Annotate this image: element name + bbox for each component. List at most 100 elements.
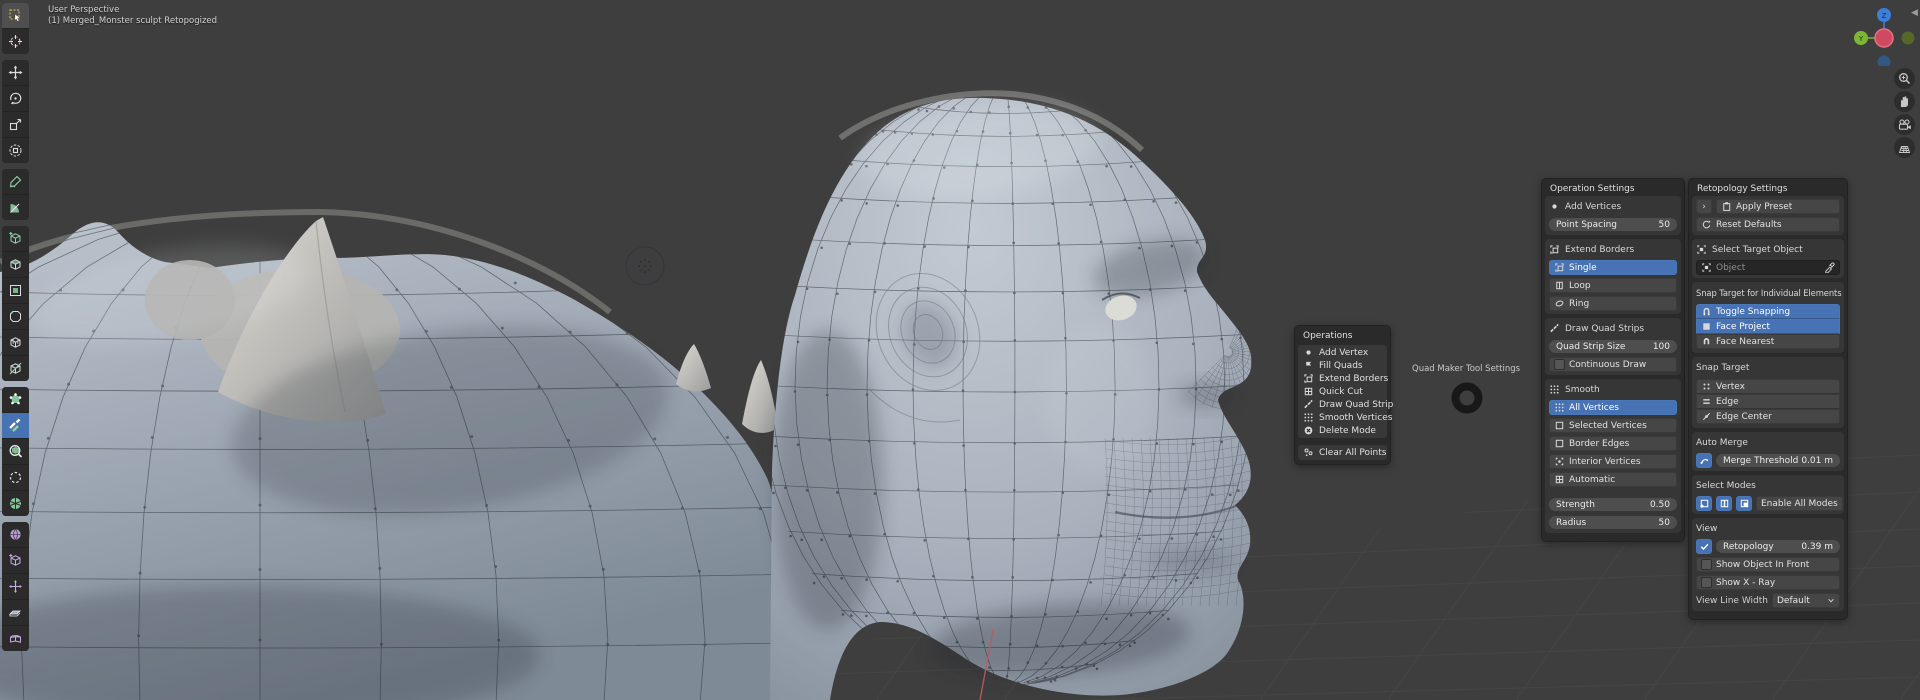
smooth-interior-vertices-button[interactable]: Interior Vertices [1549, 454, 1677, 469]
operations-item-delete-mode[interactable]: Delete Mode [1298, 424, 1387, 437]
vertex-mode-toggle[interactable] [1696, 496, 1712, 511]
loop-icon [1554, 280, 1565, 291]
auto-merge-toggle[interactable] [1696, 453, 1712, 468]
tool-extrude-region[interactable] [2, 252, 29, 278]
object-field[interactable]: Object [1696, 260, 1840, 275]
show-xray-checkbox[interactable]: Show X - Ray [1696, 575, 1840, 590]
add-vertices-section: Add Vertices Point Spacing 50 [1545, 196, 1681, 235]
tool-rip-region[interactable] [2, 548, 29, 574]
magnet-icon [1701, 306, 1712, 317]
extend-mode-ring-button[interactable]: Ring [1549, 296, 1677, 311]
button-label: Reset Defaults [1716, 220, 1782, 230]
menu-item-label: Clear All Points [1319, 448, 1386, 458]
operations-item-fill-quads[interactable]: Fill Quads [1298, 359, 1387, 372]
radius-slider[interactable]: Radius 50 [1549, 516, 1677, 529]
tool-transform[interactable] [2, 138, 29, 163]
smooth-selected-vertices-button[interactable]: Selected Vertices [1549, 418, 1677, 433]
extend-mode-single-button[interactable]: Single [1549, 260, 1677, 275]
smooth-all-vertices-button[interactable]: All Vertices [1549, 400, 1677, 415]
retopology-view-toggle[interactable] [1696, 539, 1712, 554]
tool-loop-cut[interactable] [2, 330, 29, 356]
object-icon [1701, 262, 1712, 273]
clear-all-points-item[interactable]: Clear All Points [1298, 446, 1387, 459]
face-project-button[interactable]: Face Project [1696, 319, 1840, 334]
enable-all-modes-button[interactable]: Enable All Modes [1756, 496, 1843, 511]
gizmo-y-neg-axis[interactable] [1902, 32, 1915, 45]
view-line-width-dropdown[interactable]: Default [1772, 593, 1840, 608]
slider-label: Quad Strip Size [1556, 342, 1625, 352]
face-nearest-button[interactable]: Face Nearest [1696, 334, 1840, 349]
svg-text:Z: Z [1882, 12, 1887, 20]
clear-points-icon [1303, 447, 1314, 458]
tool-move[interactable] [2, 60, 29, 86]
retopology-offset-slider[interactable]: Retopology 0.39 m [1716, 540, 1840, 553]
draw-quad-strips-icon [1549, 323, 1560, 334]
smooth-icon [1549, 384, 1560, 395]
tool-smooth-sphere[interactable] [2, 522, 29, 548]
tool-lasso-circle[interactable] [2, 465, 29, 491]
axis-gizmo[interactable]: Z Y [1846, 2, 1918, 66]
pan-button[interactable] [1894, 91, 1915, 112]
slider-value: 0.39 m [1801, 542, 1833, 552]
tool-shear[interactable] [2, 600, 29, 626]
smooth-automatic-button[interactable]: Automatic [1549, 472, 1677, 487]
reset-icon [1701, 219, 1712, 230]
tool-annotate[interactable] [2, 169, 29, 195]
show-object-in-front-checkbox[interactable]: Show Object In Front [1696, 557, 1840, 572]
gizmo-x-axis[interactable] [1875, 29, 1893, 47]
tool-bevel[interactable] [2, 304, 29, 330]
operations-title: Operations [1295, 326, 1390, 343]
operations-item-draw-quad-strip[interactable]: Draw Quad Strip [1298, 398, 1387, 411]
smooth-border-edges-button[interactable]: Border Edges [1549, 436, 1677, 451]
chevron-down-icon [1827, 597, 1835, 605]
quad-strip-size-slider[interactable]: Quad Strip Size 100 [1549, 340, 1677, 353]
operations-item-add-vertex[interactable]: Add Vertex [1298, 346, 1387, 359]
brush-cursor [1456, 387, 1479, 410]
button-label: Face Nearest [1716, 337, 1774, 347]
point-spacing-slider[interactable]: Point Spacing 50 [1549, 218, 1677, 231]
face-mode-toggle[interactable] [1736, 496, 1752, 511]
camera-view-button[interactable] [1894, 114, 1915, 135]
tool-quad-maker[interactable] [2, 413, 29, 439]
gizmo-z-neg-axis[interactable] [1878, 56, 1891, 67]
tool-rotate[interactable] [2, 86, 29, 112]
toggle-perspective-button[interactable] [1894, 137, 1915, 158]
operations-item-extend-borders[interactable]: Extend Borders [1298, 372, 1387, 385]
extend-mode-loop-button[interactable]: Loop [1549, 278, 1677, 293]
expand-preset-button[interactable]: › [1696, 199, 1712, 214]
operation-settings-panel: Operation Settings Add Vertices Point Sp… [1541, 178, 1685, 542]
smooth-label: Smooth [1565, 385, 1600, 395]
tool-scale[interactable] [2, 112, 29, 138]
tool-add-cube[interactable] [2, 226, 29, 252]
edge-mode-toggle[interactable] [1716, 496, 1732, 511]
operations-item-quick-cut[interactable]: Quick Cut [1298, 385, 1387, 398]
tool-rip-edge[interactable] [2, 626, 29, 651]
tool-knife[interactable] [2, 356, 29, 381]
continuous-draw-checkbox[interactable]: Continuous Draw [1549, 357, 1677, 372]
apply-preset-button[interactable]: Apply Preset [1716, 199, 1840, 214]
menu-item-label: Delete Mode [1319, 426, 1376, 436]
reset-defaults-button[interactable]: Reset Defaults [1696, 217, 1840, 232]
tool-shrink-fatten[interactable] [2, 574, 29, 600]
eyedropper-icon[interactable] [1824, 262, 1835, 273]
merge-threshold-slider[interactable]: Merge Threshold 0.01 m [1716, 454, 1840, 467]
toggle-snapping-button[interactable]: Toggle Snapping [1696, 304, 1840, 319]
edge-icon [1701, 396, 1712, 407]
view-label: View [1696, 524, 1717, 534]
zoom-button[interactable] [1894, 68, 1915, 89]
tool-inset-faces[interactable] [2, 278, 29, 304]
face-mode-icon [1739, 498, 1750, 509]
snap-individual-label: Snap Target for Individual Elements [1696, 288, 1841, 298]
active-object-label: (1) Merged_Monster sculpt Retopogized [48, 16, 217, 26]
tool-select-box[interactable] [2, 3, 29, 29]
strength-slider[interactable]: Strength 0.50 [1549, 498, 1677, 511]
tool-cursor-3d[interactable] [2, 29, 29, 54]
operations-item-smooth-vertices[interactable]: Smooth Vertices [1298, 411, 1387, 424]
tool-measure[interactable] [2, 195, 29, 220]
tool-inspect-cube[interactable] [2, 439, 29, 465]
tool-spin[interactable] [2, 491, 29, 516]
snap-vertex-button[interactable]: Vertex [1696, 379, 1840, 394]
snap-edge-center-button[interactable]: Edge Center [1696, 409, 1840, 424]
snap-edge-button[interactable]: Edge [1696, 394, 1840, 409]
tool-poly-build[interactable] [2, 387, 29, 413]
